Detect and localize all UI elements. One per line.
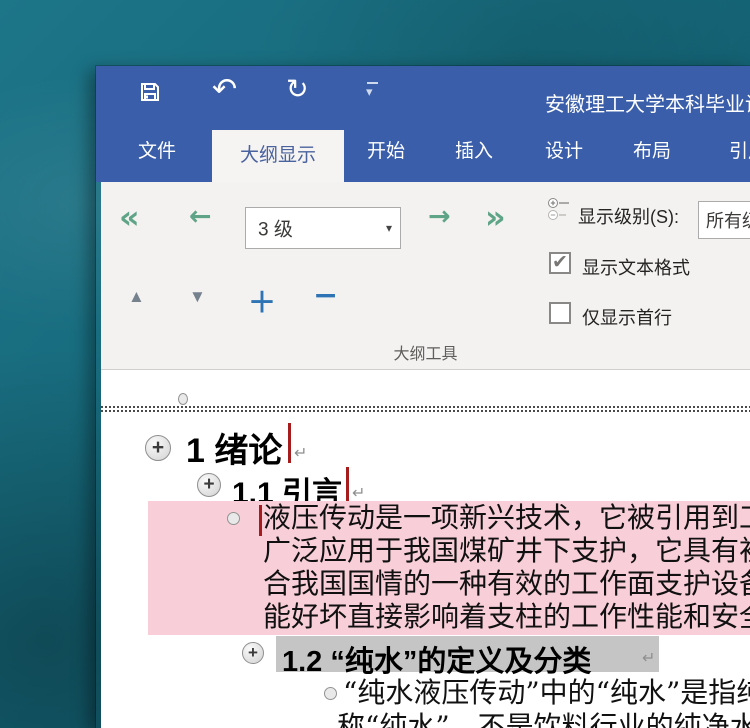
- demote-to-body-button[interactable]: »: [485, 198, 506, 236]
- outline-tools-group-label: 大纲工具: [101, 340, 750, 364]
- move-down-button[interactable]: ▼: [189, 287, 206, 307]
- show-level-dropdown[interactable]: 所有级: [698, 201, 750, 239]
- text-cursor: [259, 505, 262, 536]
- body-text-marker-icon[interactable]: [227, 512, 240, 525]
- customize-qat-icon[interactable]: ▾: [366, 84, 373, 100]
- tab-file[interactable]: 文件: [138, 122, 176, 182]
- document-outline-area[interactable]: + 1 绪论 ↵ + 1.1 引言 ↵ 液压传动是一项新兴技术，它被引用到工业领…: [101, 370, 750, 728]
- ribbon-outline-tools: « ← 3 级 ▾ → » ▲ ▼ ＋ − 显示级别(S): 所有级: [101, 182, 750, 370]
- body-text-marker-icon[interactable]: [324, 687, 337, 700]
- tab-references[interactable]: 引用: [729, 122, 750, 182]
- undo-icon[interactable]: ↶: [212, 72, 237, 107]
- paragraph-line[interactable]: 广泛应用于我国煤矿井下支护，它具有初撑力: [263, 534, 750, 567]
- ribbon-tab-bar: 文件 大纲显示 开始 插入 设计 布局 引用: [96, 122, 750, 182]
- desktop: ↶ ↻ ▾ 安徽理工大学本科毕业设 文件 大纲显示 开始 插入 设计 布局 引用…: [0, 0, 750, 728]
- paragraph-line[interactable]: 液压传动是一项新兴技术，它被引用到工业领: [263, 501, 750, 534]
- paragraph-mark: ↵: [294, 443, 307, 463]
- paragraph-line[interactable]: “纯水液压传动”中的“纯水”是指纯: [343, 676, 750, 710]
- paragraph-line[interactable]: 合我国国情的一种有效的工作面支护设备。三: [263, 567, 750, 600]
- show-level-label: 显示级别(S):: [578, 203, 679, 229]
- tab-insert[interactable]: 插入: [455, 122, 493, 182]
- outline-level-value: 3 级: [258, 215, 293, 242]
- move-up-button[interactable]: ▲: [128, 287, 145, 307]
- chevron-down-icon: ▾: [386, 221, 392, 235]
- text-cursor: [288, 423, 291, 463]
- show-level-icon: [547, 196, 571, 224]
- first-line-only-label: 仅显示首行: [582, 304, 672, 330]
- collapsed-body-marker-icon[interactable]: [178, 393, 188, 405]
- tab-layout[interactable]: 布局: [633, 122, 671, 182]
- promote-to-heading1-button[interactable]: «: [119, 198, 140, 236]
- tab-design[interactable]: 设计: [545, 122, 583, 182]
- word-window: ↶ ↻ ▾ 安徽理工大学本科毕业设 文件 大纲显示 开始 插入 设计 布局 引用…: [96, 66, 750, 728]
- outline-level-dropdown[interactable]: 3 级 ▾: [245, 207, 401, 249]
- first-line-only-checkbox[interactable]: [549, 302, 571, 324]
- redo-icon[interactable]: ↻: [286, 74, 309, 105]
- promote-button[interactable]: ←: [189, 201, 212, 232]
- save-icon[interactable]: [140, 82, 160, 102]
- paragraph-line[interactable]: 能好坏直接影响着支柱的工作性能和安全性。: [263, 600, 750, 633]
- text-cursor: [346, 467, 349, 502]
- check-icon: ✔: [552, 251, 568, 274]
- heading3-highlight[interactable]: 1.2 “纯水”的定义及分类 ↵: [276, 636, 659, 672]
- outline-plus-icon-h1[interactable]: +: [145, 435, 171, 461]
- heading3-text[interactable]: 1.2 “纯水”的定义及分类: [282, 638, 591, 680]
- body-paragraph-highlighted[interactable]: 液压传动是一项新兴技术，它被引用到工业领 广泛应用于我国煤矿井下支护，它具有初撑…: [148, 501, 750, 635]
- collapse-button[interactable]: −: [313, 278, 338, 313]
- expand-button[interactable]: ＋: [248, 281, 276, 321]
- page-break-line: [101, 406, 750, 408]
- paragraph-mark: ↵: [352, 483, 365, 503]
- show-level-value: 所有级: [706, 207, 750, 233]
- demote-button[interactable]: →: [428, 201, 451, 232]
- window-title: 安徽理工大学本科毕业设: [545, 88, 750, 117]
- paragraph-mark: ↵: [642, 648, 655, 668]
- title-bar: ↶ ↻ ▾ 安徽理工大学本科毕业设: [96, 66, 750, 122]
- show-text-format-label: 显示文本格式: [582, 254, 690, 280]
- tab-home[interactable]: 开始: [367, 122, 405, 182]
- outline-plus-icon-h2[interactable]: +: [197, 473, 221, 497]
- paragraph-line[interactable]: 称“纯水”，不是饮料行业的纯净水: [337, 710, 750, 728]
- page-break-line: [101, 410, 750, 412]
- heading1-text[interactable]: 1 绪论: [186, 423, 282, 472]
- show-text-format-checkbox[interactable]: ✔: [549, 252, 571, 274]
- tab-outline-view[interactable]: 大纲显示: [240, 130, 316, 182]
- outline-plus-icon-h3[interactable]: +: [242, 642, 264, 664]
